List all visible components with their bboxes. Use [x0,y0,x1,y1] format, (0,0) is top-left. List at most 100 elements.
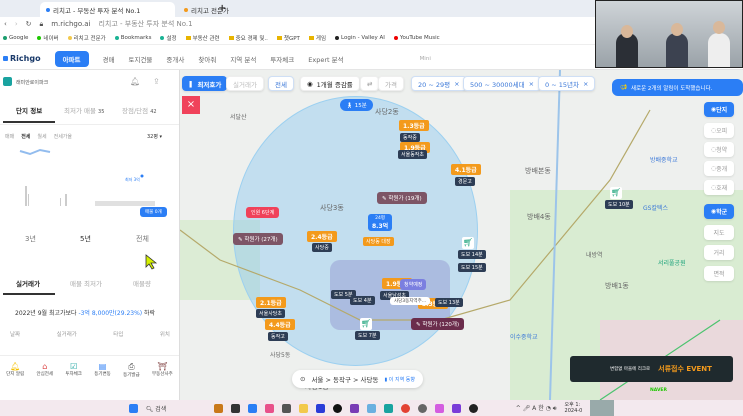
copilot-icon[interactable] [434,403,444,413]
new-tab-button[interactable]: + [218,3,226,14]
bookmark-folder[interactable]: 챗GPT [276,34,300,42]
chrome-icon[interactable] [400,403,410,413]
bookmark[interactable]: Login - Valley AI [335,35,385,41]
bookmark[interactable]: YouTube Music [393,35,440,41]
app-icon[interactable] [230,403,240,413]
layer-officetel[interactable]: ◌ 오피 [704,123,734,138]
area-measure-button[interactable]: 면적 [704,266,734,281]
mini-toggle[interactable]: Mini [420,56,431,62]
lowest-price-filter[interactable]: ❚ 최저호가 [182,76,228,91]
taskbar-search[interactable]: 🔍︎ 검색 [146,404,206,413]
listing-count-button[interactable]: 매물 0개 [140,207,167,217]
layer-broker[interactable]: ◌ 중개 [704,161,734,176]
nav-auction[interactable]: 경매 [103,54,115,64]
close-icon[interactable]: × [529,80,534,88]
layer-subscription[interactable]: ◌ 청약 [704,142,734,157]
clock[interactable]: 오후 1: 2024-0 [565,402,583,414]
bookmark[interactable]: 네이버 [37,34,59,42]
apartment-price-marker[interactable]: 24평 8.3억 [368,214,393,231]
subtab-jeonse[interactable]: 전세 [21,133,30,140]
range-all[interactable]: 전체 [136,234,149,244]
forward-icon[interactable]: › [15,20,18,28]
back-icon[interactable]: ‹ [4,20,7,28]
complex-alert-button[interactable]: 🔔︎ 단지 알림 [6,362,24,377]
system-tray[interactable]: ^ 🎤︎ A 한 ◔ 🔊︎ [516,403,557,413]
distance-button[interactable]: 거리 [704,245,734,260]
browser-tab-expert[interactable]: 리치고 전문가 [178,2,308,17]
tab-real-trade[interactable]: 실거래가 [16,278,40,288]
app-icon[interactable] [281,403,291,413]
settings-icon[interactable] [417,403,427,413]
subtab-jeonse-ratio[interactable]: 전세가율 [54,133,72,140]
bookmark[interactable]: 설정 [160,34,177,42]
nav-broker[interactable]: 중개사 [166,54,184,64]
nav-land-building[interactable]: 토지건물 [128,54,152,64]
school-grade-badge[interactable]: 2.4등급 [307,231,337,242]
academy-marker[interactable]: ✎ 학원가 (19개) [377,192,427,204]
onenote-icon[interactable] [349,403,359,413]
registry-change-button[interactable]: ▤ 등기변동 [94,362,111,377]
price-select[interactable]: 가격 [378,76,404,91]
reload-icon[interactable]: ↻ [26,20,32,28]
bookmark[interactable]: 리치고 전문가 [67,34,106,42]
nav-find[interactable]: 찾아줘 [198,54,216,64]
area-filter[interactable]: 20 ~ 29평 × [411,76,467,91]
tab-complex-info[interactable]: 단지 정보 [16,105,42,115]
subtab-sale[interactable]: 매매 [5,133,14,140]
app-icon[interactable] [315,403,325,413]
region-trend-link[interactable]: ▮ 이 지역 동향 [384,376,415,383]
tab-pros-cons[interactable]: 장점/단점 42 [122,105,157,115]
bell-icon[interactable]: 🔔︎ [130,77,140,86]
nav-apartment[interactable]: 아파트 [54,50,89,67]
app-icon[interactable] [332,403,342,413]
subtab-monthly[interactable]: 월세 [37,133,46,140]
bookmark[interactable]: Bookmarks [114,35,151,41]
app-icon[interactable] [451,403,461,413]
app-icon[interactable] [468,403,478,413]
app-icon[interactable] [366,403,376,413]
households-filter[interactable]: 500 ~ 30000세대 × [463,76,542,91]
app-icon[interactable] [247,403,257,413]
period-change-filter[interactable]: ◉ 1개월 증감률 [300,76,360,91]
safety-level-marker[interactable]: 인원 6단계 [246,207,280,218]
age-filter[interactable]: 0 ~ 15년차 × [538,76,596,91]
subscription-marker[interactable]: 청약예정 [400,279,427,290]
region-breadcrumb[interactable]: ⊙ 서울 > 동작구 > 사당동 ▮ 이 지역 동향 [292,370,423,388]
real-trade-filter[interactable]: 실거래가 [226,76,264,91]
school-grade-badge[interactable]: 2.1등급 [256,297,286,308]
browser-tab-richgo[interactable]: 리치고 - 부동산 투자 분석 No.1 [40,2,175,17]
layer-school[interactable]: ◉ 학군 [704,204,734,219]
map-type-button[interactable]: 지도 [704,225,734,240]
bookmark[interactable]: Google [3,35,28,41]
map[interactable]: ❚ 최저호가 실거래가 전세 ◉ 1개월 증감률 ⇄ 가격 20 ~ 29평 × 50… [180,70,743,400]
academy-marker[interactable]: ✎ 학원가 (120개) [411,318,465,330]
layer-development[interactable]: ◌ 호재 [704,180,734,195]
area-select[interactable]: 32평 ▾ [147,133,162,140]
windows-start-icon[interactable] [128,403,138,413]
nav-region-analysis[interactable]: 지역 분석 [230,54,256,64]
tab-listing-low[interactable]: 매물 최저가 [70,278,102,288]
tab-lowest-listing[interactable]: 최저가 매물 35 [64,105,104,115]
registry-issue-button[interactable]: ⎙ 등기발급 [123,362,140,378]
safe-jeonse-button[interactable]: ⌂ 안심전세 [36,362,53,377]
notification-toast[interactable]: 📢︎ 새로운 2개의 알림이 도착했습니다. [612,79,743,96]
bookmark-folder[interactable]: 중요 경제 및.. [228,34,268,42]
app-icon[interactable] [213,403,223,413]
close-icon[interactable]: × [454,80,459,88]
close-icon[interactable]: × [583,80,588,88]
close-panel-button[interactable]: × [182,96,200,114]
property-fortune-button[interactable]: ⛩ 부동산사주 [152,362,173,377]
bookmark-folder[interactable]: 게임 [308,34,326,42]
bookmark-folder[interactable]: 부동산 관련 [185,34,220,42]
range-3y[interactable]: 3년 [25,234,36,244]
filter-settings-icon[interactable]: ⇄ [360,76,380,91]
trade-type-select[interactable]: 전세 [268,76,294,91]
layer-complex[interactable]: ◉ 단지 [704,102,734,117]
app-icon[interactable] [383,403,393,413]
nav-expert[interactable]: Expert 분석 [308,54,343,64]
share-icon[interactable]: ⇪ [153,77,160,86]
school-grade-badge[interactable]: 4.4등급 [265,319,295,330]
tab-listing-volume[interactable]: 매물량 [133,278,151,288]
app-icon[interactable] [264,403,274,413]
school-grade-badge[interactable]: 1.3등급 [399,120,429,131]
